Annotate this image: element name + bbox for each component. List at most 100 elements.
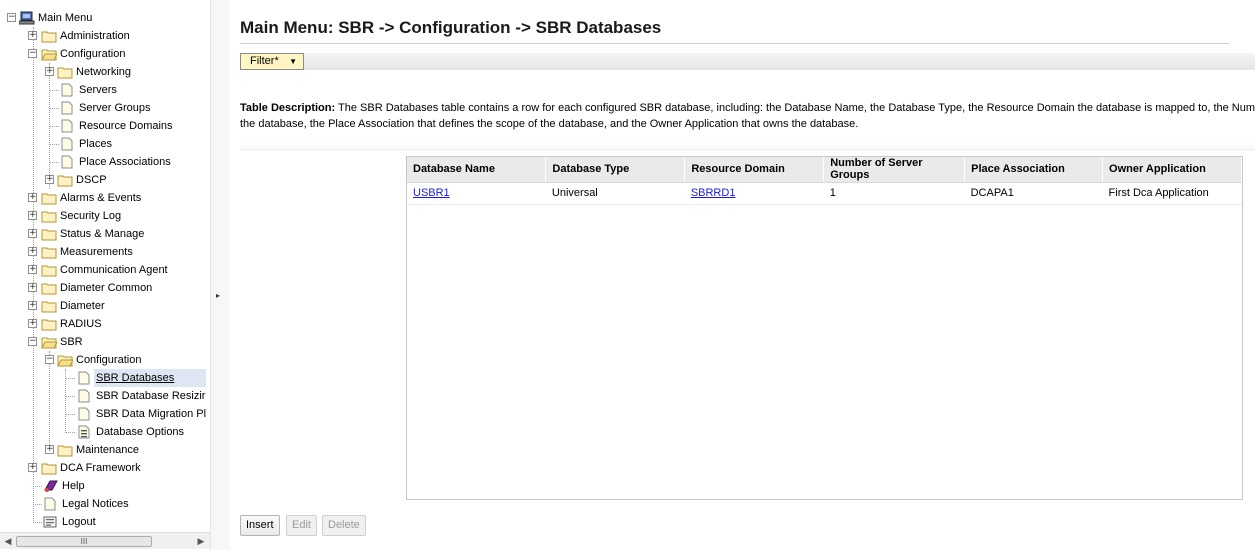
page-icon — [43, 497, 59, 511]
expand-icon[interactable]: + — [28, 319, 37, 328]
tree-connector — [33, 486, 42, 487]
folder-icon — [41, 29, 57, 43]
cell-owner-application: First Dca Application — [1102, 182, 1242, 205]
tree-label: DCA Framework — [60, 462, 141, 474]
collapse-icon[interactable]: − — [28, 49, 37, 58]
edit-button[interactable]: Edit — [286, 515, 317, 536]
tree-label: Help — [62, 480, 85, 492]
scrollbar-thumb[interactable]: III — [16, 536, 152, 547]
tree-label: SBR Database Resizir — [96, 390, 206, 402]
collapse-icon[interactable]: − — [28, 337, 37, 346]
table-description: Table Description: The SBR Databases tab… — [240, 100, 1255, 132]
filter-button[interactable]: Filter* ▼ — [240, 53, 304, 70]
tree-connector — [65, 378, 75, 379]
expand-icon[interactable]: + — [45, 175, 54, 184]
expand-icon[interactable]: + — [28, 463, 37, 472]
tree-label: Maintenance — [76, 444, 139, 456]
table-row[interactable]: USBR1 Universal SBRRD1 1 DCAPA1 First Dc… — [407, 182, 1242, 205]
expand-icon[interactable]: + — [28, 31, 37, 40]
sbr-databases-table: Database Name Database Type Resource Dom… — [407, 157, 1242, 205]
collapse-icon[interactable]: − — [7, 13, 16, 22]
scroll-right-icon[interactable]: ▶ — [194, 535, 208, 548]
expand-icon[interactable]: + — [28, 247, 37, 256]
page-icon — [60, 137, 76, 151]
column-header-place-association[interactable]: Place Association — [964, 157, 1104, 183]
tree-connector — [33, 504, 42, 505]
insert-button[interactable]: Insert — [240, 515, 280, 536]
tree-label: Servers — [79, 84, 117, 96]
tree-connector — [49, 126, 59, 127]
tree-label: Diameter Common — [60, 282, 153, 294]
navigation-tree-list: − Main Menu + Administration − Configura… — [0, 0, 210, 532]
expand-icon[interactable]: + — [28, 229, 37, 238]
column-header-owner-application[interactable]: Owner Application — [1102, 157, 1242, 183]
column-header-database-type[interactable]: Database Type — [545, 157, 686, 183]
tree-label: RADIUS — [60, 318, 102, 330]
tree-label: Places — [79, 138, 113, 150]
tree-label: Alarms & Events — [60, 192, 142, 204]
folder-icon — [41, 461, 57, 475]
collapse-panel-icon[interactable]: ▸ — [216, 291, 220, 300]
column-header-number-of-server-groups[interactable]: Number of Server Groups — [823, 157, 966, 183]
folder-icon — [41, 227, 57, 241]
tree-label: Status & Manage — [60, 228, 145, 240]
filter-label: Filter* — [250, 55, 279, 67]
tree-connector — [49, 108, 59, 109]
tree-connector — [49, 162, 59, 163]
scroll-left-icon[interactable]: ◀ — [1, 535, 15, 548]
expand-icon[interactable]: + — [28, 193, 37, 202]
database-name-link[interactable]: USBR1 — [413, 187, 450, 199]
page-icon — [77, 407, 93, 421]
tree-connector — [65, 432, 75, 433]
help-icon — [43, 479, 59, 493]
computer-icon — [18, 11, 35, 25]
expand-icon[interactable]: + — [28, 301, 37, 310]
tree-label: SBR — [60, 336, 83, 348]
tree-label: SBR Databases — [94, 369, 206, 387]
folder-icon — [57, 65, 73, 79]
cell-number-of-server-groups: 1 — [823, 182, 965, 205]
expand-icon[interactable]: + — [28, 283, 37, 292]
collapse-icon[interactable]: − — [45, 355, 54, 364]
expand-icon[interactable]: + — [45, 67, 54, 76]
tree-label: Networking — [76, 66, 132, 78]
tree-horizontal-scrollbar[interactable]: ◀ III ▶ — [0, 532, 210, 549]
page-icon — [77, 389, 93, 403]
page-icon — [60, 119, 76, 133]
resource-domain-link[interactable]: SBRRD1 — [691, 187, 736, 199]
tree-label: Diameter — [60, 300, 105, 312]
tree-label: Database Options — [96, 426, 185, 438]
panel-splitter[interactable]: ▸ — [210, 0, 230, 550]
tree-connector — [49, 351, 50, 451]
tree-label: Place Associations — [79, 156, 171, 168]
tree-label: Administration — [60, 30, 130, 42]
cell-database-name: USBR1 — [407, 182, 546, 205]
expand-icon[interactable]: + — [28, 265, 37, 274]
page-icon — [77, 371, 93, 385]
description-divider — [240, 143, 1255, 151]
column-header-resource-domain[interactable]: Resource Domain — [684, 157, 825, 183]
expand-icon[interactable]: + — [28, 211, 37, 220]
tree-connector — [33, 522, 42, 523]
folder-icon — [41, 317, 57, 331]
logout-icon — [43, 515, 59, 529]
cell-place-association: DCAPA1 — [964, 182, 1103, 205]
table-header-row: Database Name Database Type Resource Dom… — [407, 157, 1242, 183]
sbr-databases-table-frame: Database Name Database Type Resource Dom… — [406, 156, 1243, 500]
expand-icon[interactable]: + — [45, 445, 54, 454]
folder-open-icon — [41, 335, 58, 349]
tree-label: Security Log — [60, 210, 122, 222]
table-description-text: The SBR Databases table contains a row f… — [338, 102, 1255, 114]
tree-connector — [65, 414, 75, 415]
delete-button[interactable]: Delete — [322, 515, 366, 536]
tree-label: Communication Agent — [60, 264, 168, 276]
page-title: Main Menu: SBR -> Configuration -> SBR D… — [240, 18, 662, 37]
tree-label: Configuration — [76, 354, 142, 366]
folder-open-icon — [41, 47, 58, 61]
filter-bar: Filter* ▼ — [240, 53, 1255, 70]
tree-label: SBR Data Migration Pl — [96, 408, 207, 420]
folder-icon — [57, 173, 73, 187]
column-header-database-name[interactable]: Database Name — [407, 157, 547, 183]
folder-icon — [41, 191, 57, 205]
tree-connector — [65, 396, 75, 397]
